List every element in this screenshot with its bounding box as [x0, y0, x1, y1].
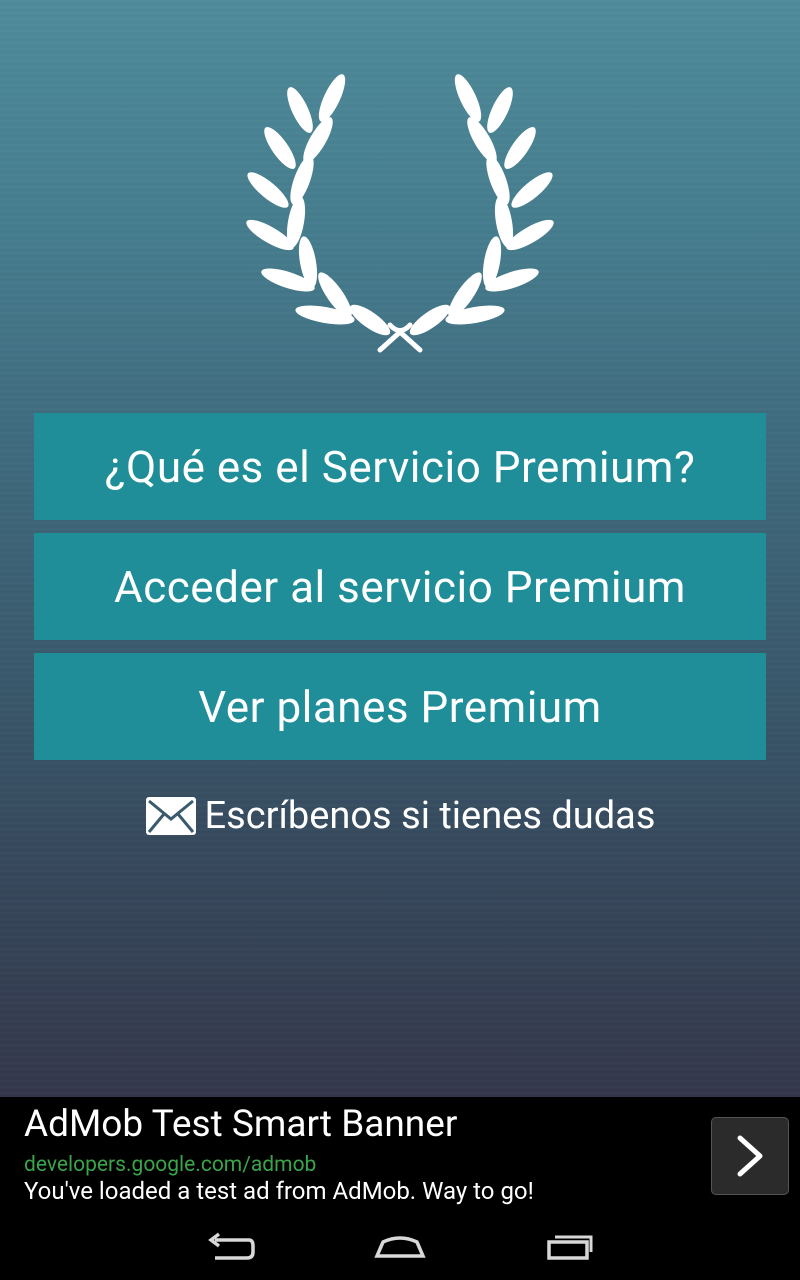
contact-link[interactable]: Escríbenos si tienes dudas: [0, 790, 800, 842]
ad-banner[interactable]: AdMob Test Smart Banner developers.googl…: [0, 1097, 800, 1215]
mail-icon: [145, 797, 196, 835]
back-button[interactable]: [200, 1227, 260, 1267]
access-premium-label: Acceder al servicio Premium: [114, 560, 686, 613]
ad-url: developers.google.com/admob: [24, 1153, 317, 1177]
recent-apps-icon: [547, 1235, 593, 1260]
laurel-wreath-logo: [246, 74, 554, 353]
system-nav-bar: [0, 1215, 800, 1280]
ad-open-button[interactable]: [711, 1117, 789, 1195]
back-icon: [208, 1232, 255, 1260]
view-plans-label: Ver planes Premium: [198, 680, 602, 733]
home-icon: [374, 1236, 426, 1258]
chevron-right-icon: [737, 1135, 763, 1177]
what-is-premium-button[interactable]: ¿Qué es el Servicio Premium?: [34, 413, 766, 520]
home-button[interactable]: [370, 1227, 430, 1267]
what-is-premium-label: ¿Qué es el Servicio Premium?: [104, 440, 696, 493]
ad-description: You've loaded a test ad from AdMob. Way …: [24, 1177, 534, 1205]
access-premium-button[interactable]: Acceder al servicio Premium: [34, 533, 766, 640]
ad-title: AdMob Test Smart Banner: [24, 1103, 458, 1146]
contact-label: Escríbenos si tienes dudas: [204, 794, 656, 838]
app-screen: ¿Qué es el Servicio Premium? Acceder al …: [0, 0, 800, 1097]
view-plans-button[interactable]: Ver planes Premium: [34, 653, 766, 760]
recent-apps-button[interactable]: [540, 1227, 600, 1267]
